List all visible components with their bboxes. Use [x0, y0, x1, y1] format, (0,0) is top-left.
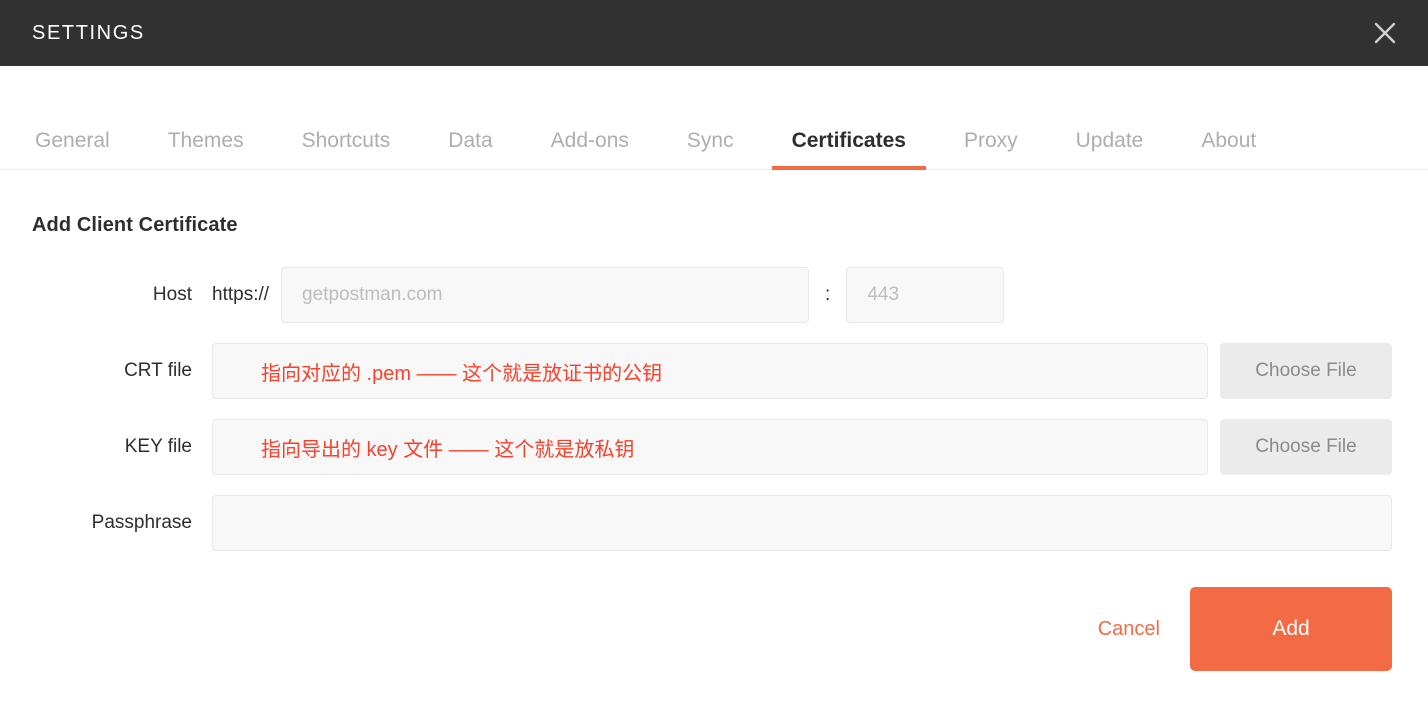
key-file-row: KEY file 指向导出的 key 文件 —— 这个就是放私钥 Choose …	[32, 419, 1392, 475]
key-file-input[interactable]: 指向导出的 key 文件 —— 这个就是放私钥	[212, 419, 1208, 475]
tab-update[interactable]: Update	[1076, 130, 1144, 169]
tab-certificates[interactable]: Certificates	[771, 130, 927, 170]
tab-shortcuts[interactable]: Shortcuts	[302, 130, 391, 169]
tab-data[interactable]: Data	[448, 130, 492, 169]
tab-add-ons[interactable]: Add-ons	[551, 130, 629, 169]
form-actions: Cancel Add	[32, 587, 1392, 671]
host-row: Host https:// getpostman.com : 443	[32, 267, 1392, 323]
host-input-text: getpostman.com	[302, 284, 443, 305]
passphrase-input[interactable]	[212, 495, 1392, 551]
host-input[interactable]: getpostman.com	[281, 267, 810, 323]
crt-file-annotation: 指向对应的 .pem —— 这个就是放证书的公钥	[261, 362, 663, 385]
crt-file-row: CRT file 指向对应的 .pem —— 这个就是放证书的公钥 Choose…	[32, 343, 1392, 399]
crt-file-input[interactable]: 指向对应的 .pem —— 这个就是放证书的公钥	[212, 343, 1208, 399]
port-input[interactable]: 443	[846, 267, 1005, 323]
settings-titlebar: SETTINGS	[0, 0, 1428, 66]
passphrase-label: Passphrase	[91, 512, 192, 533]
cancel-button[interactable]: Cancel	[1068, 618, 1190, 641]
port-input-text: 443	[867, 284, 900, 305]
add-button[interactable]: Add	[1190, 587, 1392, 671]
close-icon[interactable]	[1364, 12, 1406, 54]
host-label: Host	[152, 284, 192, 305]
key-choose-file-button[interactable]: Choose File	[1220, 419, 1392, 475]
page-title: Add Client Certificate	[32, 214, 238, 236]
tab-proxy[interactable]: Proxy	[964, 130, 1018, 169]
certificates-panel: Add Client Certificate Host https:// get…	[0, 170, 1428, 671]
settings-tabbar: General Themes Shortcuts Data Add-ons Sy…	[0, 66, 1428, 170]
host-scheme: https://	[212, 284, 270, 305]
key-file-annotation: 指向导出的 key 文件 —— 这个就是放私钥	[261, 438, 635, 461]
passphrase-row: Passphrase	[32, 495, 1392, 551]
tab-about[interactable]: About	[1201, 130, 1256, 169]
window-title: SETTINGS	[32, 21, 145, 44]
key-file-label: KEY file	[124, 436, 192, 457]
crt-file-label: CRT file	[124, 360, 192, 381]
tab-themes[interactable]: Themes	[168, 130, 244, 169]
tab-sync[interactable]: Sync	[687, 130, 734, 169]
host-port-separator: :	[825, 284, 831, 305]
crt-choose-file-button[interactable]: Choose File	[1220, 343, 1392, 399]
tab-general[interactable]: General	[35, 130, 110, 169]
